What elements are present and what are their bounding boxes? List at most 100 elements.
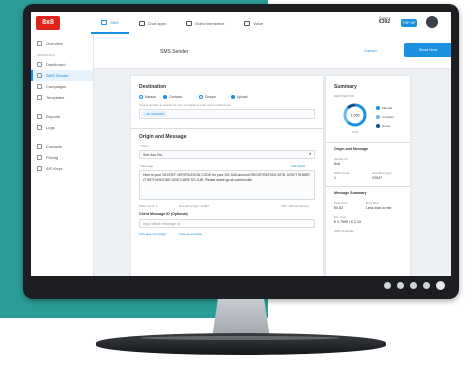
balance-value: €392: [379, 19, 391, 25]
sidebar-section-caption: MESSAGING: [37, 53, 56, 57]
send-now-button[interactable]: Send Now: [404, 43, 451, 57]
avatar[interactable]: [426, 16, 438, 28]
sidebar-item-label: Contacts: [46, 144, 62, 149]
sidebar-item-reports[interactable]: Reports: [31, 111, 93, 122]
sms-count: SMS Count: 1: [139, 204, 158, 208]
legend-manual: Manual: [376, 106, 392, 110]
sidebar-item-label: Pricing: [46, 155, 59, 160]
radio-label: Manual: [145, 95, 156, 99]
tab-chat-apps[interactable]: Chat apps: [129, 12, 176, 34]
tab-voice[interactable]: Voice: [234, 12, 273, 34]
contacts-icon: [37, 144, 42, 149]
phone-icon: [244, 20, 251, 26]
save-template-link[interactable]: Save as template: [179, 232, 202, 236]
radio-label: Contacts: [169, 95, 183, 99]
menu-icon[interactable]: [384, 282, 391, 289]
chart-icon: [37, 114, 42, 119]
donut-value: 1,055: [351, 113, 360, 117]
radio-dot: [163, 95, 167, 99]
volume-icon[interactable]: [410, 282, 417, 289]
tab-label: Chat apps: [147, 20, 166, 26]
sidebar-item-overview[interactable]: Overview: [31, 38, 93, 49]
sidebar-item-pricing[interactable]: Pricing: [31, 152, 93, 163]
char-count: 158 / 160 Characters: [281, 204, 310, 208]
tab-video-interactive[interactable]: Video interactive: [176, 12, 235, 34]
radio-label: Upload: [237, 95, 248, 99]
cancel-button[interactable]: Cancel: [364, 48, 376, 53]
radio-contacts[interactable]: Contacts: [163, 95, 182, 99]
video-icon: [185, 20, 192, 26]
summary-sms-count-value: 1: [334, 176, 336, 180]
destination-input[interactable]: +65 94022803: [139, 109, 315, 119]
send-icon: [37, 73, 42, 78]
message-summary-title: Message Summary: [334, 191, 367, 195]
pricing-icon: [37, 155, 42, 160]
est-cost-value: € 0.7999 / € 2.19: [334, 220, 361, 224]
sidebar-item-api-keys[interactable]: API Keys: [31, 163, 93, 174]
legend-swatch: [376, 124, 380, 128]
input-icon[interactable]: [423, 282, 430, 289]
summary-encoding-label: Encoding Type: [372, 171, 392, 175]
sidebar-item-dashboard[interactable]: Dashboard: [31, 59, 93, 70]
client-ref-placeholder: Input client message id: [143, 222, 180, 226]
home-icon: [37, 41, 42, 46]
sidebar: Overview MESSAGING Dashboard SMS Sender …: [31, 34, 94, 276]
from-value: Sub Acc No.: [143, 153, 163, 157]
template-icon: [37, 95, 42, 100]
page-header: SMS Sender Cancel Send Now: [94, 34, 451, 69]
destination-title: Destination: [139, 84, 167, 90]
top-up-button[interactable]: TOP UP: [401, 19, 417, 27]
number-chip[interactable]: +65 94022803: [142, 111, 168, 117]
radio-groups[interactable]: Groups: [199, 95, 216, 99]
tab-sms[interactable]: SMS: [91, 12, 129, 34]
message-label: * Message: [139, 164, 154, 168]
channel-tabs: SMS Chat apps Video interactive Voice: [91, 12, 273, 34]
stand-highlight: [140, 336, 340, 340]
legend-swatch: [376, 106, 380, 110]
sidebar-item-sms-sender[interactable]: SMS Sender: [31, 70, 93, 81]
radio-label: Groups: [205, 95, 216, 99]
top-bar: 8x8 SMS Chat apps Video interactive Voic…: [31, 12, 451, 35]
legend-contacts: Contacts: [376, 115, 394, 119]
donut-caption: Total: [352, 130, 359, 134]
sender-label: Sender ID: [334, 157, 348, 161]
summary-title: Summary: [334, 84, 357, 90]
sidebar-item-label: Templates: [46, 95, 65, 100]
from-label: * From: [139, 144, 148, 148]
from-select[interactable]: Sub Acc No. ▾: [139, 150, 315, 159]
sidebar-item-contacts[interactable]: Contacts: [31, 141, 93, 152]
radio-upload[interactable]: Upload: [231, 95, 247, 99]
est-cost-label: Est. Cost: [334, 215, 347, 219]
schedule-campaign-link[interactable]: Schedule Campaign: [139, 232, 166, 236]
sidebar-item-campaigns[interactable]: Campaigns: [31, 81, 93, 92]
chevron-down-icon: ▾: [309, 152, 311, 156]
client-ref-input[interactable]: Input client message id: [139, 219, 315, 228]
message-text: Here is your SECRET VERIFICATION CODE fo…: [143, 173, 310, 182]
origin-title: Origin and Message: [139, 134, 187, 140]
monitor: 8x8 SMS Chat apps Video interactive Voic…: [23, 4, 459, 299]
run-time-value: Less than a min: [366, 206, 392, 210]
add-fields-link[interactable]: Add Fields: [291, 164, 305, 168]
encoding-type: Encoding Type: GSM7: [179, 204, 209, 208]
summary-sms-count-label: SMS Count: [334, 171, 350, 175]
sidebar-item-label: Reports: [46, 114, 61, 119]
sidebar-item-label: Dashboard: [46, 62, 66, 67]
legend-label: Group: [382, 124, 391, 128]
message-textarea[interactable]: Here is your SECRET VERIFICATION CODE fo…: [139, 170, 315, 200]
divider: [131, 128, 323, 129]
sidebar-item-label: Overview: [46, 41, 63, 46]
tab-label: SMS: [110, 19, 119, 25]
chat-icon: [138, 20, 145, 26]
radio-manual[interactable]: Manual: [139, 95, 156, 99]
list-icon: [37, 125, 42, 130]
summary-origin-title: Origin and Message: [334, 147, 369, 151]
monitor-bezel: [23, 276, 459, 299]
sidebar-item-logs[interactable]: Logs: [31, 122, 93, 133]
sidebar-item-templates[interactable]: Templates: [31, 92, 93, 103]
monitor-buttons: [384, 281, 445, 290]
brand-logo[interactable]: 8x8: [36, 16, 60, 30]
brightness-icon[interactable]: [397, 282, 404, 289]
destination-label: DESTINATION: [334, 94, 354, 98]
power-icon[interactable]: [436, 281, 445, 290]
radio-dot: [231, 95, 235, 99]
